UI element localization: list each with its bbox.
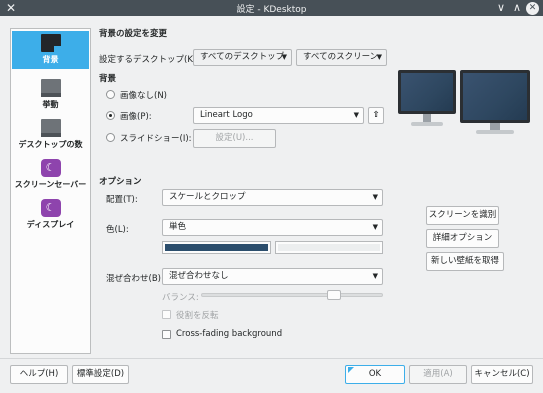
color-mode-select[interactable]: 単色 ▼ [162,219,383,236]
slideshow-radio[interactable] [106,133,115,142]
reverse-roles-checkbox[interactable] [162,310,171,319]
balance-slider-handle[interactable] [327,290,341,300]
secondary-color-button[interactable] [275,241,383,254]
balance-slider-track[interactable] [201,293,383,297]
placement-select[interactable]: スケールとクロップ ▼ [162,189,383,206]
screen-select-value: すべてのスクリーン [303,52,379,62]
sidebar-item-label: デスクトップの数 [18,140,83,149]
no-image-label: 画像なし(N) [120,91,167,101]
sidebar-item-screensaver[interactable]: ☾ スクリーンセーバー [12,157,89,191]
ok-button[interactable]: OK [345,365,405,384]
desktop-select[interactable]: すべてのデスクトップ ▼ [193,49,292,66]
color-label: 色(L): [106,225,129,235]
slideshow-settings-button[interactable]: 設定(U)... [193,129,276,148]
sidebar-item-background[interactable]: 背景 [12,31,89,69]
desktop-select-value: すべてのデスクトップ [200,52,285,62]
sidebar: 背景 挙動 デスクトップの数 ☾ スクリーンセーバー ☾ ディスプレイ [10,28,91,354]
image-select-value: Lineart Logo [200,110,253,120]
sidebar-item-desktops[interactable]: デスクトップの数 [12,117,89,151]
help-button[interactable]: ヘルプ(H) [10,365,68,384]
defaults-button[interactable]: 標準設定(D) [72,365,129,384]
monitor-preview-left [398,70,456,126]
background-section-title: 背景 [99,74,117,84]
image-label: 画像(P): [120,112,152,122]
window-title: 設定 - KDesktop [236,5,307,15]
placement-label: 配置(T): [106,195,138,205]
window-icon [40,79,61,97]
placement-select-value: スケールとクロップ [169,192,246,202]
blend-label: 混ぜ合わせ(B): [106,274,164,284]
apply-button[interactable]: 適用(A) [409,365,467,384]
chevron-down-icon: ▼ [281,53,287,61]
color-mode-value: 単色 [169,222,187,232]
virtual-desktops-icon [40,119,61,137]
display-icon: ☾ [40,199,61,217]
image-radio[interactable] [106,111,115,120]
maximize-icon[interactable]: ∧ [510,1,524,15]
get-new-wallpapers-button[interactable]: 新しい壁紙を取得 [426,252,504,271]
options-section-title: オプション [99,177,142,187]
page-title: 背景の設定を変更 [99,29,168,39]
identify-screens-button[interactable]: スクリーンを識別 [426,206,499,225]
secondary-color-swatch [278,244,380,251]
desktop-icon [40,34,61,52]
sidebar-item-display[interactable]: ☾ ディスプレイ [12,197,89,231]
image-select[interactable]: Lineart Logo ▼ [193,107,364,124]
crossfade-label: Cross-fading background [176,329,283,339]
title-bar: ✕ 設定 - KDesktop ∨ ∧ ✕ [0,0,543,16]
close-icon[interactable]: ✕ [526,1,539,15]
blend-select[interactable]: 混ぜ合わせなし ▼ [162,268,383,285]
upload-icon: ⇧ [372,110,380,120]
balance-label: バランス: [162,293,199,303]
chevron-down-icon: ▼ [372,193,378,201]
sidebar-item-label: ディスプレイ [26,220,75,229]
screen-select[interactable]: すべてのスクリーン ▼ [296,49,387,66]
ok-label: OK [368,369,382,379]
reverse-roles-label: 役割を反転 [176,311,219,321]
crossfade-checkbox[interactable] [162,330,171,339]
monitor-preview-right [460,70,530,134]
default-corner-icon [348,367,354,373]
footer-divider [0,358,543,359]
chevron-down-icon: ▼ [353,111,359,119]
chevron-down-icon: ▼ [372,272,378,280]
minimize-icon[interactable]: ∨ [494,1,508,15]
slideshow-label: スライドショー(I): [120,134,192,144]
cancel-button[interactable]: キャンセル(C) [471,365,533,384]
sidebar-item-behavior[interactable]: 挙動 [12,77,89,111]
no-image-radio[interactable] [106,90,115,99]
upload-button[interactable]: ⇧ [368,107,384,124]
screensaver-icon: ☾ [40,159,61,177]
desktop-select-label: 設定するデスクトップ(K): [99,55,200,65]
primary-color-button[interactable] [162,241,271,254]
sidebar-item-label: 背景 [42,55,59,64]
chevron-down-icon: ▼ [376,53,382,61]
chevron-down-icon: ▼ [372,223,378,231]
advanced-options-button[interactable]: 詳細オプション [426,229,499,248]
sidebar-item-label: 挙動 [42,100,59,109]
sidebar-item-label: スクリーンセーバー [14,180,87,189]
primary-color-swatch [165,244,268,251]
blend-select-value: 混ぜ合わせなし [169,271,229,281]
